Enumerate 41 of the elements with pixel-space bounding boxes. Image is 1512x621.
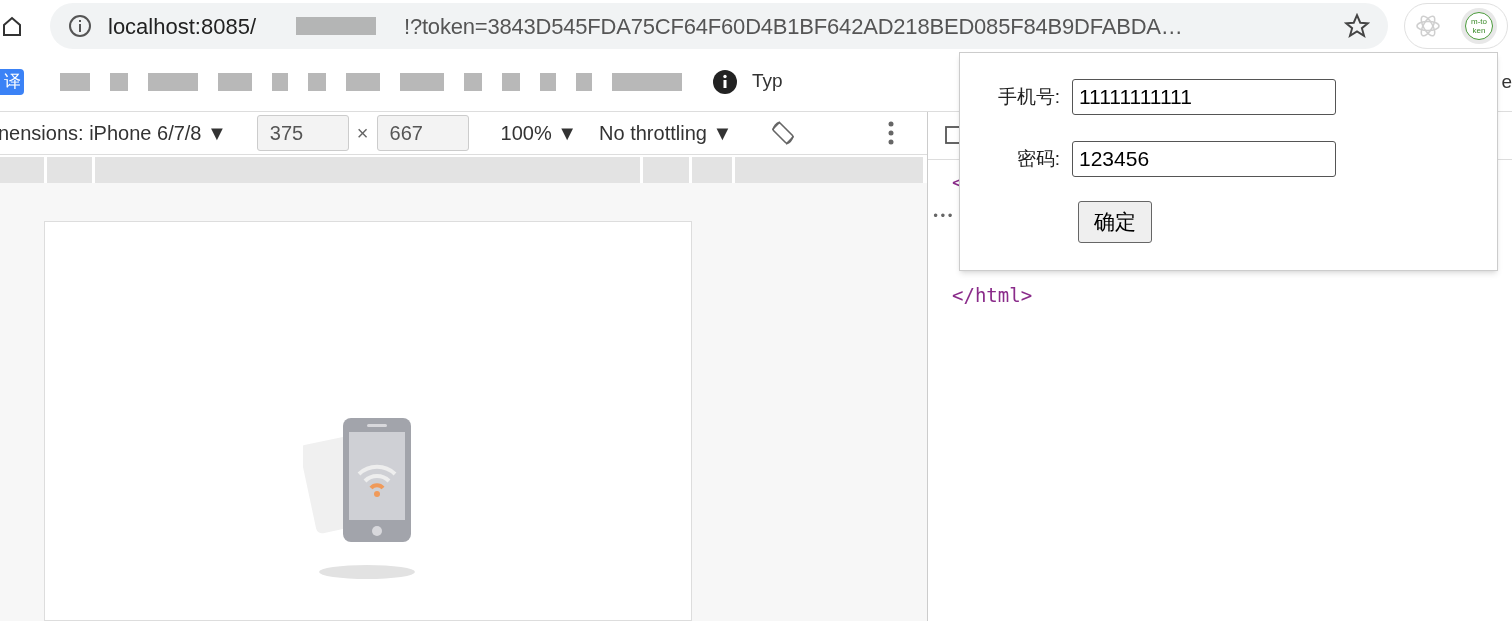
redacted-block bbox=[272, 72, 288, 91]
badge-text: m-to bbox=[1471, 17, 1487, 26]
width-field[interactable]: 375 bbox=[256, 115, 349, 151]
url-text: localhost:8085/ bbox=[108, 12, 256, 41]
device-selector[interactable]: nensions: iPhone 6/7/8 ▼ bbox=[0, 118, 227, 148]
redacted-block bbox=[576, 72, 592, 91]
height-field[interactable]: 667 bbox=[376, 115, 469, 151]
redacted-block bbox=[502, 72, 520, 91]
redacted-block bbox=[148, 72, 198, 91]
address-bar[interactable]: localhost:8085/ !?token=3843D545FDA75CF64F60D4B1BF642AD218BED085F84B9DFABDA… bbox=[50, 3, 1388, 49]
redacted-block bbox=[540, 72, 556, 91]
info-icon[interactable] bbox=[712, 68, 738, 95]
url-text: !?token=3843D545FDA75CF64F60D4B1BF642AD218BED085F84B9DFABDA… bbox=[404, 12, 1183, 41]
field-label: 密码: bbox=[1015, 146, 1061, 171]
bookmark-label[interactable]: Typ bbox=[752, 67, 783, 96]
zoom-selector[interactable]: 100% ▼ bbox=[500, 118, 578, 148]
redacted-block bbox=[612, 72, 682, 91]
throttling-selector[interactable]: No throttling ▼ bbox=[599, 118, 733, 148]
ellipsis-icon[interactable]: ••• bbox=[932, 206, 954, 225]
rotate-icon[interactable] bbox=[770, 120, 797, 146]
translate-icon[interactable]: 译 bbox=[0, 68, 24, 95]
redacted-block bbox=[346, 72, 380, 91]
badge-text: ken bbox=[1472, 26, 1486, 35]
confirm-button[interactable]: 确定 bbox=[1078, 201, 1152, 243]
redacted-block bbox=[464, 72, 482, 91]
home-icon[interactable] bbox=[2, 15, 22, 37]
field-label: 手机号: bbox=[996, 84, 1061, 109]
text-field[interactable]: 11111111111 bbox=[1072, 79, 1336, 115]
html-tag: </html> bbox=[952, 280, 1033, 309]
more-icon[interactable] bbox=[888, 121, 895, 145]
bookmark-label[interactable]: e bbox=[1501, 72, 1512, 91]
redacted-block bbox=[60, 72, 90, 91]
redacted-block bbox=[218, 72, 252, 91]
text-field[interactable]: 123456 bbox=[1072, 141, 1336, 177]
times-sign: × bbox=[356, 121, 369, 146]
star-icon[interactable] bbox=[1344, 13, 1370, 39]
info-icon[interactable] bbox=[68, 14, 92, 38]
redacted-block bbox=[400, 72, 444, 91]
redacted-block bbox=[110, 72, 128, 91]
redacted-block bbox=[308, 72, 326, 91]
extension-badge[interactable]: m-to ken bbox=[1461, 8, 1497, 44]
